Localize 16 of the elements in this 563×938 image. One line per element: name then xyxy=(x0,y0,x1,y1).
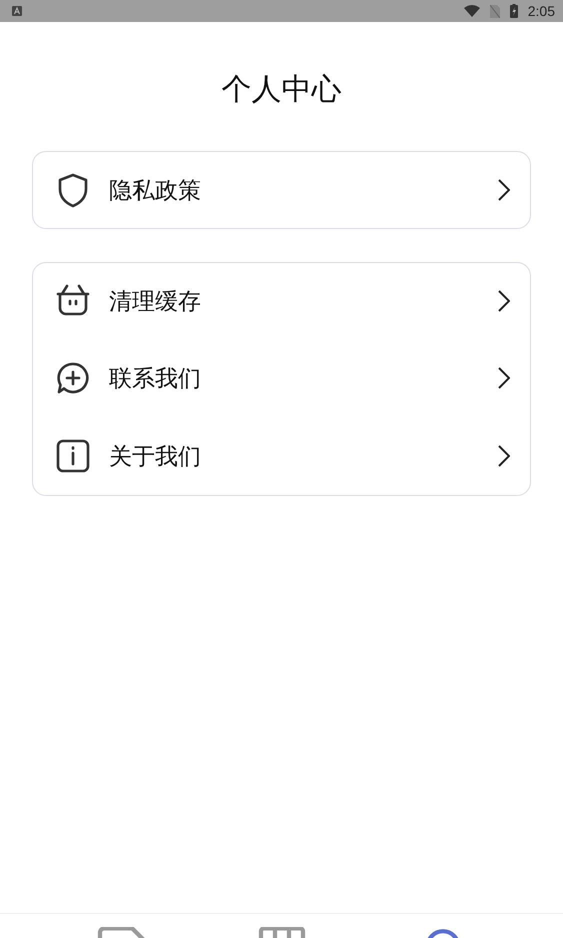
chevron-right-icon xyxy=(498,179,510,201)
chevron-right-icon xyxy=(498,290,510,312)
battery-icon xyxy=(510,4,518,18)
menu-item[interactable]: 关于我们 xyxy=(55,417,510,495)
chevron-right-icon xyxy=(498,445,510,467)
wifi-icon xyxy=(464,5,480,17)
clock: 2:05 xyxy=(528,3,555,19)
notification-icon xyxy=(12,6,22,16)
menu-item[interactable]: 清理缓存 xyxy=(55,263,510,339)
chevron-right-icon xyxy=(498,367,510,389)
chat-plus-icon xyxy=(55,360,91,396)
menu-item[interactable]: 隐私政策 xyxy=(55,152,510,228)
menu-item[interactable]: 联系我们 xyxy=(55,339,510,417)
info-icon xyxy=(55,438,91,474)
page-title: 个人中心 xyxy=(220,72,342,108)
no-sim-icon xyxy=(490,4,500,18)
